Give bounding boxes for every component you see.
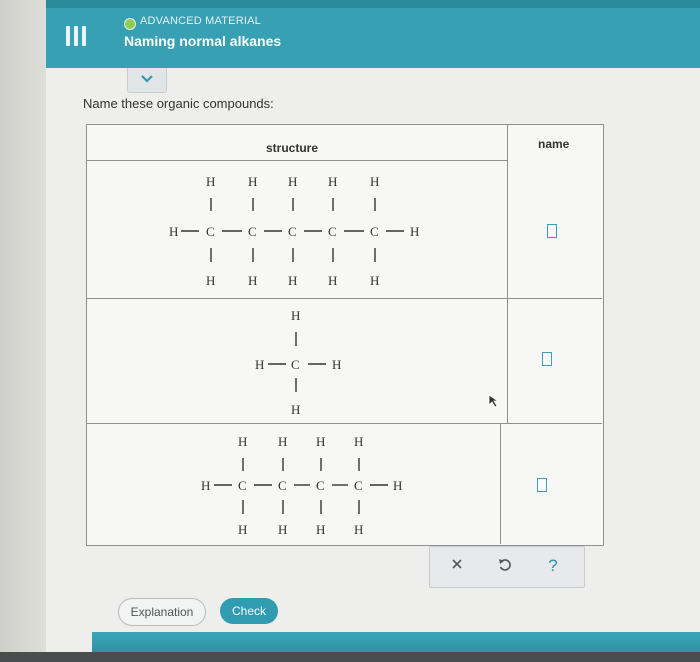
- svg-text:H: H: [393, 478, 402, 493]
- svg-text:H: H: [316, 434, 325, 449]
- question-prompt: Name these organic compounds:: [83, 96, 274, 111]
- svg-text:C: C: [288, 224, 297, 239]
- explanation-button[interactable]: Explanation: [118, 598, 206, 626]
- svg-text:H: H: [328, 174, 337, 189]
- svg-text:H: H: [238, 522, 247, 537]
- svg-text:H: H: [288, 273, 297, 288]
- pentane-structure: H H H H H H C C C C C H H H H H H: [169, 174, 419, 288]
- name-input-row-2[interactable]: [542, 352, 552, 366]
- column-divider: [507, 125, 508, 423]
- mouse-pointer-icon: [488, 394, 500, 408]
- svg-text:H: H: [206, 174, 215, 189]
- svg-text:H: H: [288, 174, 297, 189]
- svg-text:C: C: [291, 357, 300, 372]
- chevron-down-icon: [141, 75, 153, 83]
- svg-text:H: H: [354, 434, 363, 449]
- undo-icon[interactable]: [494, 555, 516, 577]
- topic-title: Naming normal alkanes: [124, 33, 282, 49]
- svg-text:H: H: [278, 434, 287, 449]
- svg-text:H: H: [169, 224, 178, 239]
- collapse-tab[interactable]: [127, 68, 167, 93]
- svg-text:H: H: [370, 273, 379, 288]
- screen-bezel: [0, 652, 700, 662]
- svg-text:H: H: [206, 273, 215, 288]
- topic-subtitle: ADVANCED MATERIAL: [140, 15, 261, 27]
- column-divider: [500, 423, 501, 544]
- name-input-row-3[interactable]: [537, 478, 547, 492]
- svg-text:C: C: [354, 478, 363, 493]
- close-icon[interactable]: [446, 555, 468, 577]
- svg-text:H: H: [278, 522, 287, 537]
- butane-structure: H H H H H C C C C H H H H H: [201, 434, 402, 537]
- svg-text:C: C: [316, 478, 325, 493]
- methane-structure: H H C H H: [255, 308, 341, 416]
- svg-text:C: C: [370, 224, 379, 239]
- structure-column-header: structure: [266, 141, 319, 155]
- name-column-header: name: [538, 137, 570, 151]
- svg-text:H: H: [370, 174, 379, 189]
- answer-toolbar: ?: [429, 546, 585, 588]
- svg-text:H: H: [410, 224, 419, 239]
- status-dot-icon: [124, 18, 136, 30]
- help-button[interactable]: ?: [542, 555, 564, 577]
- svg-text:H: H: [248, 174, 257, 189]
- svg-text:H: H: [255, 357, 264, 372]
- row-divider: [87, 423, 602, 424]
- svg-text:H: H: [291, 402, 300, 416]
- svg-text:C: C: [278, 478, 287, 493]
- row-divider: [87, 298, 602, 299]
- svg-text:C: C: [328, 224, 337, 239]
- svg-text:H: H: [248, 273, 257, 288]
- svg-text:H: H: [291, 308, 300, 323]
- svg-text:C: C: [206, 224, 215, 239]
- svg-text:C: C: [238, 478, 247, 493]
- check-button[interactable]: Check: [220, 598, 278, 624]
- svg-text:H: H: [316, 522, 325, 537]
- svg-text:H: H: [332, 357, 341, 372]
- header-divider: [87, 160, 507, 161]
- left-margin: [0, 0, 46, 662]
- svg-text:H: H: [354, 522, 363, 537]
- svg-text:H: H: [201, 478, 210, 493]
- menu-icon[interactable]: [64, 24, 88, 48]
- header-shadow: [46, 0, 700, 8]
- svg-text:C: C: [248, 224, 257, 239]
- name-input-row-1[interactable]: [547, 224, 557, 238]
- svg-text:H: H: [328, 273, 337, 288]
- svg-text:H: H: [238, 434, 247, 449]
